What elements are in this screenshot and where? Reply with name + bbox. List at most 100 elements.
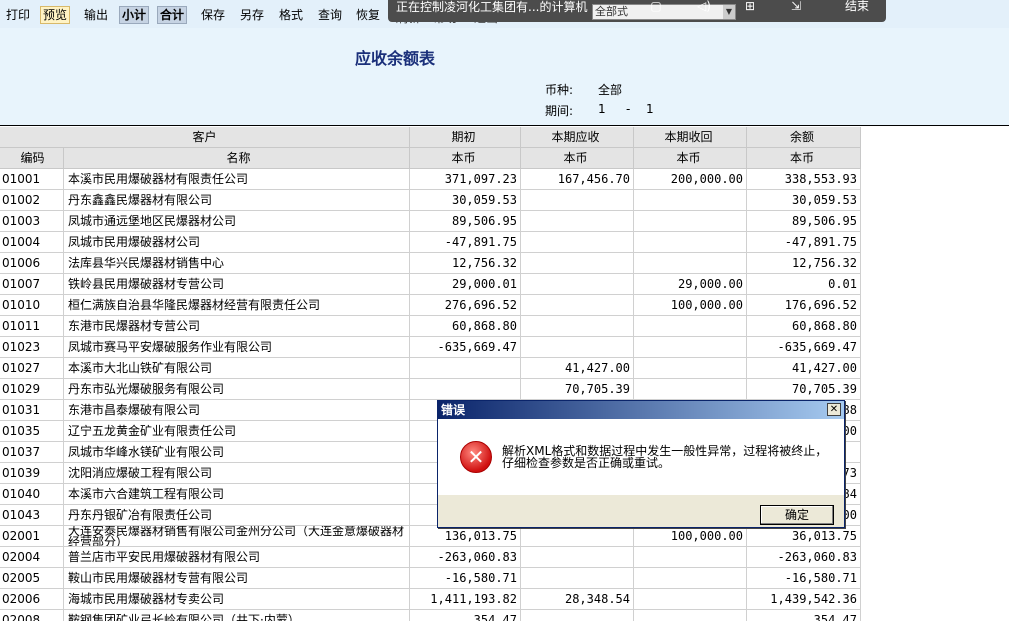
ok-button[interactable]: 确定 <box>760 505 834 525</box>
cell-code: 01035 <box>0 421 64 442</box>
table-row[interactable]: 01007 铁岭县民用爆破器材专营公司 29,000.01 29,000.00 0.01 <box>0 274 861 295</box>
cell-received: 29,000.00 <box>634 274 747 295</box>
toolbar-button-0[interactable]: 打印 <box>4 6 32 24</box>
cell-name: 鞍山市民用爆破器材专营有限公司 <box>64 568 410 589</box>
toolbar-button-6[interactable]: 另存 <box>238 6 266 24</box>
cell-code: 01006 <box>0 253 64 274</box>
error-dialog: 错误 ✕ ✕ 解析XML格式和数据过程中发生一般性异常，过程将被终止，仔细检查参… <box>437 400 845 528</box>
table-row[interactable]: 02006 海城市民用爆破器材专卖公司 1,411,193.82 28,348.54 1… <box>0 589 861 610</box>
table-row[interactable]: 01003 凤城市通远堡地区民爆器材公司 89,506.95 89,506.95 <box>0 211 861 232</box>
header-name: 名称 <box>64 148 410 169</box>
cell-opening: -47,891.75 <box>410 232 521 253</box>
table-row[interactable]: 02004 普兰店市平安民用爆破器材有限公司 -263,060.83 -263,060… <box>0 547 861 568</box>
cell-balance: 70,705.39 <box>747 379 861 400</box>
cell-code: 02001 <box>0 526 64 547</box>
end-session-button[interactable]: 结束 <box>828 0 886 14</box>
close-icon[interactable]: ✕ <box>827 403 841 416</box>
cell-due <box>521 232 634 253</box>
cell-name: 沈阳消应爆破工程有限公司 <box>64 463 410 484</box>
cell-balance: 36,013.75 <box>747 526 861 547</box>
table-row[interactable]: 01011 东港市民爆器材专营公司 60,868.80 60,868.80 <box>0 316 861 337</box>
cell-name: 丹东丹银矿冶有限责任公司 <box>64 505 410 526</box>
cell-opening: 12,756.32 <box>410 253 521 274</box>
cell-due <box>521 211 634 232</box>
cell-balance: 1,439,542.36 <box>747 589 861 610</box>
cell-opening: 276,696.52 <box>410 295 521 316</box>
cell-received <box>634 190 747 211</box>
cell-balance: -263,060.83 <box>747 547 861 568</box>
cell-opening: 30,059.53 <box>410 190 521 211</box>
cell-balance: 176,696.52 <box>747 295 861 316</box>
cell-code: 02008 <box>0 610 64 621</box>
cell-code: 01027 <box>0 358 64 379</box>
cell-code: 01029 <box>0 379 64 400</box>
cell-name: 东港市民爆器材专营公司 <box>64 316 410 337</box>
cell-balance: 338,553.93 <box>747 169 861 190</box>
header-code: 编码 <box>0 148 64 169</box>
cell-due <box>521 316 634 337</box>
toolbar-button-8[interactable]: 查询 <box>316 6 344 24</box>
table-row[interactable]: 01001 本溪市民用爆破器材有限责任公司 371,097.23 167,456.70… <box>0 169 861 190</box>
cell-name: 凤城市赛马平安爆破服务作业有限公司 <box>64 337 410 358</box>
cell-due: 28,348.54 <box>521 589 634 610</box>
toolbar-button-4[interactable]: 合计 <box>157 6 188 24</box>
cell-code: 01031 <box>0 400 64 421</box>
toolbar-button-1[interactable]: 预览 <box>40 6 71 24</box>
table-row[interactable]: 01006 法库县华兴民爆器材销售中心 12,756.32 12,756.32 <box>0 253 861 274</box>
cell-received <box>634 589 747 610</box>
cell-name: 东港市昌泰爆破有限公司 <box>64 400 410 421</box>
cell-opening: 89,506.95 <box>410 211 521 232</box>
cell-balance: 354.47 <box>747 610 861 621</box>
cell-due <box>521 568 634 589</box>
table-header-top: 客户 期初 本期应收 本期收回 余额 <box>0 127 861 148</box>
toolbar-button-2[interactable]: 输出 <box>82 6 110 24</box>
table-row[interactable]: 01002 丹东鑫鑫民爆器材有限公司 30,059.53 30,059.53 <box>0 190 861 211</box>
header-customer: 客户 <box>0 127 410 148</box>
table-row[interactable]: 01004 凤城市民用爆破器材公司 -47,891.75 -47,891.75 <box>0 232 861 253</box>
cell-code: 01011 <box>0 316 64 337</box>
table-row[interactable]: 01023 凤城市赛马平安爆破服务作业有限公司 -635,669.47 -635,66… <box>0 337 861 358</box>
cell-name: 本溪市民用爆破器材有限责任公司 <box>64 169 410 190</box>
cell-code: 01001 <box>0 169 64 190</box>
toolbar-button-5[interactable]: 保存 <box>199 6 227 24</box>
cell-code: 01002 <box>0 190 64 211</box>
cell-name: 本溪市六合建筑工程有限公司 <box>64 484 410 505</box>
cell-name: 丹东市弘光爆破服务有限公司 <box>64 379 410 400</box>
currency-label: 币种: <box>545 83 574 97</box>
cell-opening: 29,000.01 <box>410 274 521 295</box>
cell-code: 01043 <box>0 505 64 526</box>
toolbar-button-7[interactable]: 格式 <box>277 6 305 24</box>
pin-icon[interactable]: ⇲ <box>786 0 806 14</box>
remote-mode-value: 全部式 <box>595 5 628 18</box>
table-row[interactable]: 01010 桓仁满族自治县华隆民爆器材经营有限责任公司 276,696.52 100,… <box>0 295 861 316</box>
table-row[interactable]: 02001 大连安泰民爆器材销售有限公司金州分公司（大连金意爆破器材经营部分） 13… <box>0 526 861 547</box>
cell-code: 01037 <box>0 442 64 463</box>
table-row[interactable]: 02008 鞍钢集团矿业弓长岭有限公司（井下·内蒙） 354.47 354.47 <box>0 610 861 621</box>
cell-received <box>634 379 747 400</box>
speaker-icon[interactable]: ◁) <box>694 0 714 14</box>
header-due-currency: 本币 <box>521 148 634 169</box>
cell-opening: -16,580.71 <box>410 568 521 589</box>
cell-balance: 41,427.00 <box>747 358 861 379</box>
table-row[interactable]: 01027 本溪市大北山铁矿有限公司 41,427.00 41,427.00 <box>0 358 861 379</box>
cell-received <box>634 547 747 568</box>
toolbar-button-9[interactable]: 恢复 <box>354 6 382 24</box>
header-received: 本期收回 <box>634 127 747 148</box>
cell-code: 02005 <box>0 568 64 589</box>
cell-code: 01010 <box>0 295 64 316</box>
cell-balance: 89,506.95 <box>747 211 861 232</box>
cell-due <box>521 337 634 358</box>
window-icon[interactable]: ▢ <box>646 0 666 14</box>
cell-opening: 1,411,193.82 <box>410 589 521 610</box>
cell-received: 200,000.00 <box>634 169 747 190</box>
cell-name: 桓仁满族自治县华隆民爆器材经营有限责任公司 <box>64 295 410 316</box>
dialog-title: 错误 <box>441 403 466 417</box>
plus-icon[interactable]: ⊞ <box>740 0 760 14</box>
cell-balance: 30,059.53 <box>747 190 861 211</box>
toolbar-button-3[interactable]: 小计 <box>119 6 150 24</box>
table-row[interactable]: 02005 鞍山市民用爆破器材专营有限公司 -16,580.71 -16,580.71 <box>0 568 861 589</box>
cell-code: 02006 <box>0 589 64 610</box>
period-to: 1 <box>646 102 654 116</box>
table-row[interactable]: 01029 丹东市弘光爆破服务有限公司 70,705.39 70,705.39 <box>0 379 861 400</box>
period-from: 1 <box>598 102 606 116</box>
